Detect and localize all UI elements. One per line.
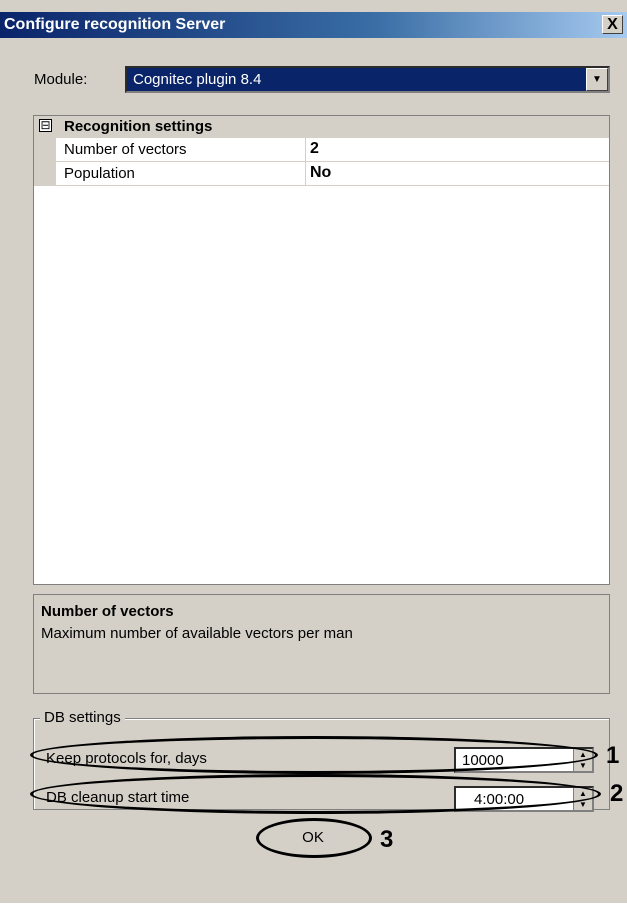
property-name: Population (64, 165, 135, 182)
property-row[interactable]: Number of vectors 2 (34, 138, 609, 162)
property-row[interactable]: Population No (34, 162, 609, 186)
callout-number: 1 (606, 742, 620, 769)
property-name: Number of vectors (64, 141, 187, 158)
callout-ellipse (30, 736, 598, 774)
db-settings-legend: DB settings (40, 709, 125, 726)
property-value[interactable]: No (310, 164, 331, 182)
column-separator (305, 138, 306, 162)
description-title: Number of vectors (41, 603, 174, 620)
module-select[interactable]: Cognitec plugin 8.4 ▼ (125, 66, 610, 93)
callout-number: 3 (380, 826, 394, 853)
property-value[interactable]: 2 (310, 140, 319, 158)
module-value: Cognitec plugin 8.4 (133, 71, 262, 88)
property-grid: ⊟ Recognition settings Number of vectors… (33, 115, 610, 585)
description-text: Maximum number of available vectors per … (41, 625, 353, 642)
callout-ellipse (30, 774, 601, 814)
close-button[interactable]: X (602, 15, 623, 34)
row-gutter (34, 138, 56, 162)
callout-number: 2 (610, 780, 624, 807)
close-icon: X (607, 16, 618, 33)
title-bar: Configure recognition Server X (0, 12, 627, 38)
chevron-down-icon[interactable]: ▼ (586, 68, 608, 91)
module-label: Module: (34, 71, 88, 88)
column-separator (305, 162, 306, 186)
category-label: Recognition settings (64, 118, 213, 135)
collapse-icon[interactable]: ⊟ (39, 119, 52, 132)
window-title: Configure recognition Server (4, 16, 226, 33)
callout-ellipse (256, 818, 372, 858)
category-recognition-settings[interactable]: ⊟ Recognition settings (34, 116, 609, 138)
row-gutter (34, 162, 56, 186)
description-panel: Number of vectors Maximum number of avai… (33, 594, 610, 694)
